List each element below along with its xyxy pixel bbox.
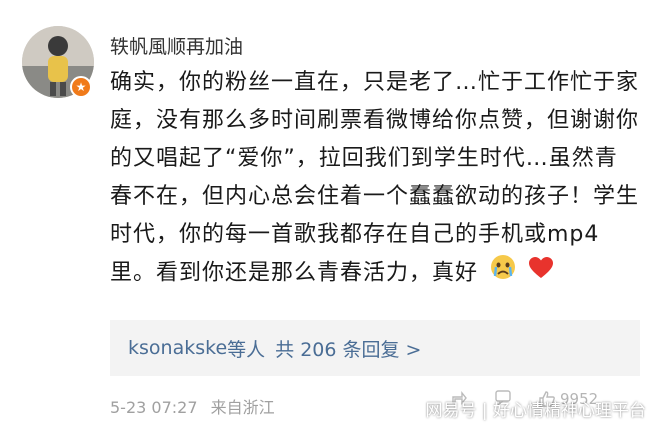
comment-text: 确实，你的粉丝一直在，只是老了…忙于工作忙于家庭，没有那么多时间刷票看微博给你点… (110, 70, 640, 286)
crying-face-icon (490, 254, 516, 293)
comment-date: 5-23 07:27 (110, 398, 198, 417)
comment-content: 确实，你的粉丝一直在，只是老了…忙于工作忙于家庭，没有那么多时间刷票看微博给你点… (110, 64, 640, 293)
reply-count-link[interactable]: 共 206 条回复 > (275, 335, 421, 362)
reply-suffix: 等人 (227, 338, 266, 361)
comment-meta: 5-23 07:27 来自浙江 (110, 394, 275, 418)
verified-badge-icon: ★ (70, 76, 92, 98)
comment-username[interactable]: 轶帆風顺再加油 (110, 32, 243, 59)
comment-source: 来自浙江 (210, 398, 275, 417)
replies-summary[interactable]: ksonakske 等人 共 206 条回复 > (110, 320, 640, 376)
reply-user[interactable]: ksonakske (128, 337, 227, 359)
watermark: 网易号 | 好心情精神心理平台 (425, 401, 646, 421)
red-heart-icon (528, 255, 554, 293)
